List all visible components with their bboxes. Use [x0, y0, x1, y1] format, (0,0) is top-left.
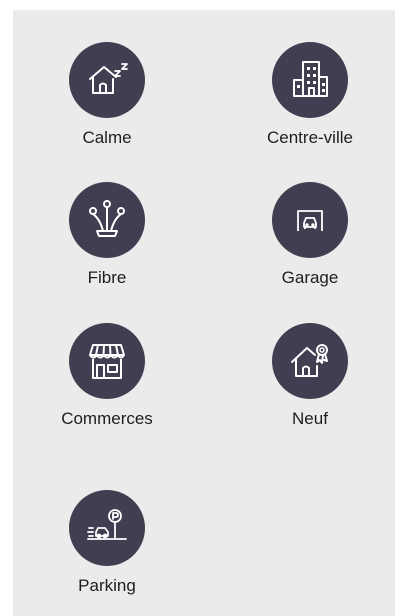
parking-icon: [82, 503, 132, 553]
feature-label: Fibre: [87, 268, 127, 287]
feature-parking[interactable]: Parking: [27, 490, 187, 596]
fiber-optic-icon: [82, 195, 132, 245]
feature-neuf[interactable]: Neuf: [230, 323, 390, 429]
feature-garage[interactable]: Garage: [230, 182, 390, 288]
feature-circle: [272, 323, 348, 399]
feature-circle: [272, 182, 348, 258]
new-house-award-icon: [285, 336, 335, 386]
feature-centre-ville[interactable]: Centre-ville: [230, 42, 390, 148]
feature-label: Parking: [78, 576, 136, 595]
feature-circle: [69, 182, 145, 258]
feature-circle: [69, 323, 145, 399]
shop-storefront-icon: [82, 336, 132, 386]
feature-label: Neuf: [292, 409, 328, 428]
feature-circle: [272, 42, 348, 118]
city-buildings-icon: [285, 55, 335, 105]
house-sleeping-icon: [82, 55, 132, 105]
feature-label: Calme: [82, 128, 132, 147]
feature-label: Garage: [281, 268, 339, 287]
feature-calme[interactable]: Calme: [27, 42, 187, 148]
feature-label: Commerces: [61, 409, 153, 428]
feature-circle: [69, 42, 145, 118]
feature-circle: [69, 490, 145, 566]
feature-label: Centre-ville: [267, 128, 353, 147]
garage-icon: [285, 195, 335, 245]
feature-fibre[interactable]: Fibre: [27, 182, 187, 288]
feature-commerces[interactable]: Commerces: [27, 323, 187, 429]
